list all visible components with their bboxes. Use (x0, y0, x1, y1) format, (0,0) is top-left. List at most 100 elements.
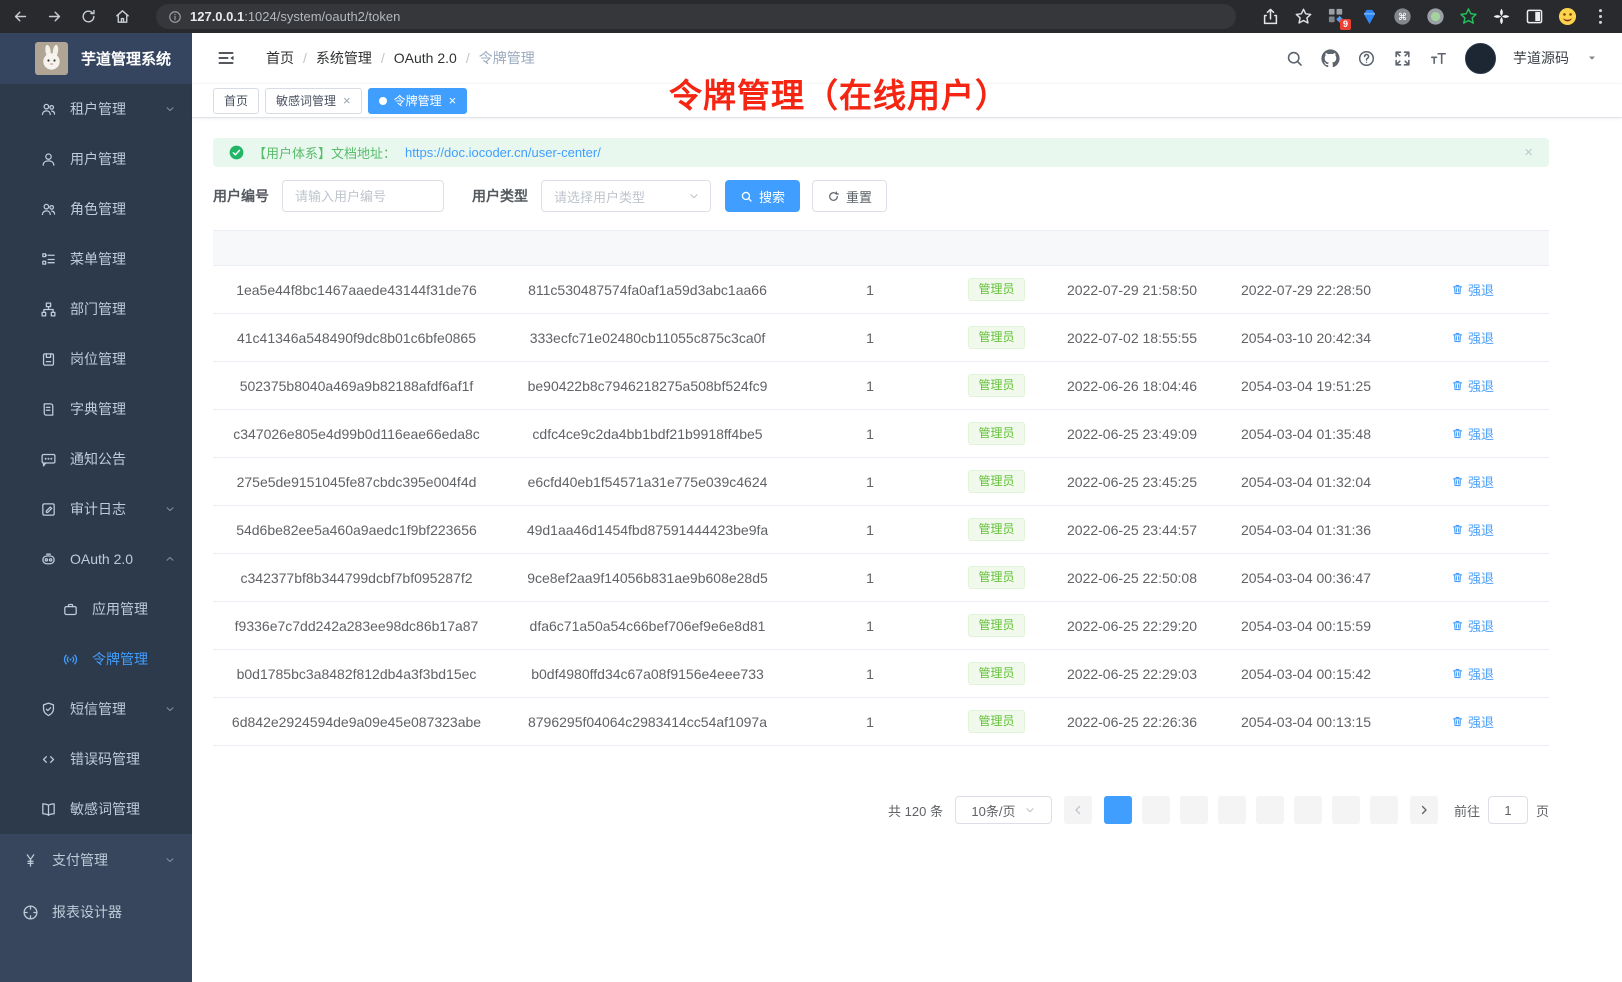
sidebar-fold-icon[interactable] (216, 48, 236, 68)
sidebar-item[interactable]: 通知公告 (0, 434, 192, 484)
record-extension-icon[interactable] (1426, 7, 1445, 26)
page-number-button[interactable] (1256, 796, 1284, 824)
menu-item-label: 支付管理 (52, 850, 151, 870)
gem-extension-icon[interactable] (1360, 7, 1379, 26)
search-icon[interactable] (1285, 49, 1304, 68)
success-check-icon (229, 145, 244, 160)
sidebar-item[interactable]: 菜单管理 (0, 234, 192, 284)
select-caret-icon (688, 190, 700, 202)
user-name[interactable]: 芋道源码 (1513, 48, 1569, 68)
sidebar-item[interactable]: 支付管理 (0, 834, 192, 886)
breadcrumb-item[interactable]: 首页 (266, 48, 294, 68)
page-tab[interactable]: 令牌管理 × (368, 88, 468, 114)
sidebar-item[interactable]: 短信管理 (0, 684, 192, 734)
user-id-input[interactable] (282, 180, 444, 212)
created-at-cell: 2022-07-29 21:58:50 (1048, 282, 1216, 298)
github-icon[interactable] (1321, 49, 1340, 68)
tab-close-icon[interactable]: × (343, 94, 351, 107)
sidebar-item[interactable]: 令牌管理 (0, 634, 192, 684)
page-number-button[interactable] (1294, 796, 1322, 824)
page-tab[interactable]: 首页 (213, 88, 259, 114)
force-logout-button[interactable]: 强退 (1451, 664, 1494, 683)
home-icon[interactable] (114, 8, 131, 25)
page-size-select[interactable]: 10条/页 (955, 796, 1052, 824)
prev-page-button[interactable] (1064, 796, 1092, 824)
table-row: 1ea5e44f8bc1467aaede43144f31de76 811c530… (213, 266, 1549, 314)
force-logout-button[interactable]: 强退 (1451, 280, 1494, 299)
page-number-button[interactable] (1104, 796, 1132, 824)
sidebar-item[interactable]: 用户管理 (0, 134, 192, 184)
expires-at-cell: 2054-03-04 01:31:36 (1216, 522, 1396, 538)
sidebar-item[interactable]: 敏感词管理 (0, 784, 192, 834)
force-logout-button[interactable]: 强退 (1451, 376, 1494, 395)
sidebar-item[interactable]: 字典管理 (0, 384, 192, 434)
user-type-label: 用户类型 (472, 186, 528, 206)
tab-close-icon[interactable]: × (449, 94, 457, 107)
sidebar-item[interactable]: OAuth 2.0 (0, 534, 192, 584)
page-tab[interactable]: 敏感词管理 × (265, 88, 362, 114)
help-icon[interactable] (1357, 49, 1376, 68)
page-number-button[interactable] (1180, 796, 1208, 824)
active-dot (379, 97, 387, 105)
force-logout-button[interactable]: 强退 (1451, 424, 1494, 443)
sidebar-item[interactable]: 应用管理 (0, 584, 192, 634)
browser-menu-icon[interactable] (1591, 7, 1610, 26)
next-page-button[interactable] (1410, 796, 1438, 824)
force-logout-button[interactable]: 强退 (1451, 328, 1494, 347)
star-extension-icon[interactable] (1459, 7, 1478, 26)
command-extension-icon[interactable]: ⌘ (1393, 7, 1412, 26)
page-number-button[interactable] (1332, 796, 1360, 824)
breadcrumb-item[interactable]: 令牌管理 (479, 48, 535, 68)
sidebar-item[interactable]: 岗位管理 (0, 334, 192, 384)
reset-button[interactable]: 重置 (812, 180, 887, 212)
extensions-icon[interactable]: 9 (1327, 7, 1346, 26)
sidebar-item[interactable]: 部门管理 (0, 284, 192, 334)
address-bar[interactable]: 127.0.0.1:1024/system/oauth2/token (156, 4, 1236, 29)
jump-page-input[interactable] (1488, 796, 1528, 824)
user-id-cell: 1 (795, 378, 945, 394)
page-number-button[interactable] (1142, 796, 1170, 824)
sidebar-item[interactable]: 租户管理 (0, 84, 192, 134)
breadcrumb-item[interactable]: OAuth 2.0 (394, 50, 457, 66)
page-number-button[interactable] (1218, 796, 1246, 824)
font-size-icon[interactable] (1429, 49, 1448, 68)
user-type-select[interactable]: 请选择用户类型 (541, 180, 711, 212)
url-text: 127.0.0.1:1024/system/oauth2/token (190, 9, 400, 24)
profile-emoji-icon[interactable] (1558, 7, 1577, 26)
pinwheel-extension-icon[interactable] (1492, 7, 1511, 26)
page-number-button[interactable] (1370, 796, 1398, 824)
site-info-icon[interactable] (168, 10, 182, 24)
access-token-cell: 6d842e2924594de9a09e45e087323abe (213, 714, 500, 730)
expires-at-cell: 2054-03-04 19:51:25 (1216, 378, 1396, 394)
sidebar-item[interactable]: 角色管理 (0, 184, 192, 234)
user-menu-caret-icon[interactable] (1586, 52, 1598, 64)
force-logout-button[interactable]: 强退 (1451, 616, 1494, 635)
reload-icon[interactable] (80, 8, 97, 25)
forward-icon[interactable] (46, 8, 63, 25)
access-token-cell: 502375b8040a469a9b82188afdf6af1f (213, 378, 500, 394)
side-panel-icon[interactable] (1525, 7, 1544, 26)
back-icon[interactable] (12, 8, 29, 25)
user-id-cell: 1 (795, 714, 945, 730)
search-button[interactable]: 搜索 (725, 180, 800, 212)
sidebar-item[interactable]: 审计日志 (0, 484, 192, 534)
share-icon[interactable] (1261, 7, 1280, 26)
app-logo[interactable]: 芋道管理系统 (0, 33, 192, 84)
force-logout-button[interactable]: 强退 (1451, 520, 1494, 539)
action-cell: 强退 (1396, 568, 1549, 587)
expires-at-cell: 2054-03-04 00:15:42 (1216, 666, 1396, 682)
menu-item-icon (22, 904, 39, 921)
user-avatar[interactable] (1465, 43, 1496, 74)
force-logout-button[interactable]: 强退 (1451, 712, 1494, 731)
sidebar-item[interactable]: 报表设计器 (0, 886, 192, 938)
alert-close-icon[interactable]: × (1524, 145, 1533, 160)
sidebar-item[interactable]: 错误码管理 (0, 734, 192, 784)
bookmark-star-icon[interactable] (1294, 7, 1313, 26)
fullscreen-icon[interactable] (1393, 49, 1412, 68)
force-logout-button[interactable]: 强退 (1451, 472, 1494, 491)
user-type-cell: 管理员 (945, 662, 1048, 685)
force-logout-button[interactable]: 强退 (1451, 568, 1494, 587)
doc-link[interactable]: https://doc.iocoder.cn/user-center/ (405, 145, 601, 160)
breadcrumb-item[interactable]: 系统管理 (316, 48, 372, 68)
expires-at-cell: 2054-03-04 00:15:59 (1216, 618, 1396, 634)
